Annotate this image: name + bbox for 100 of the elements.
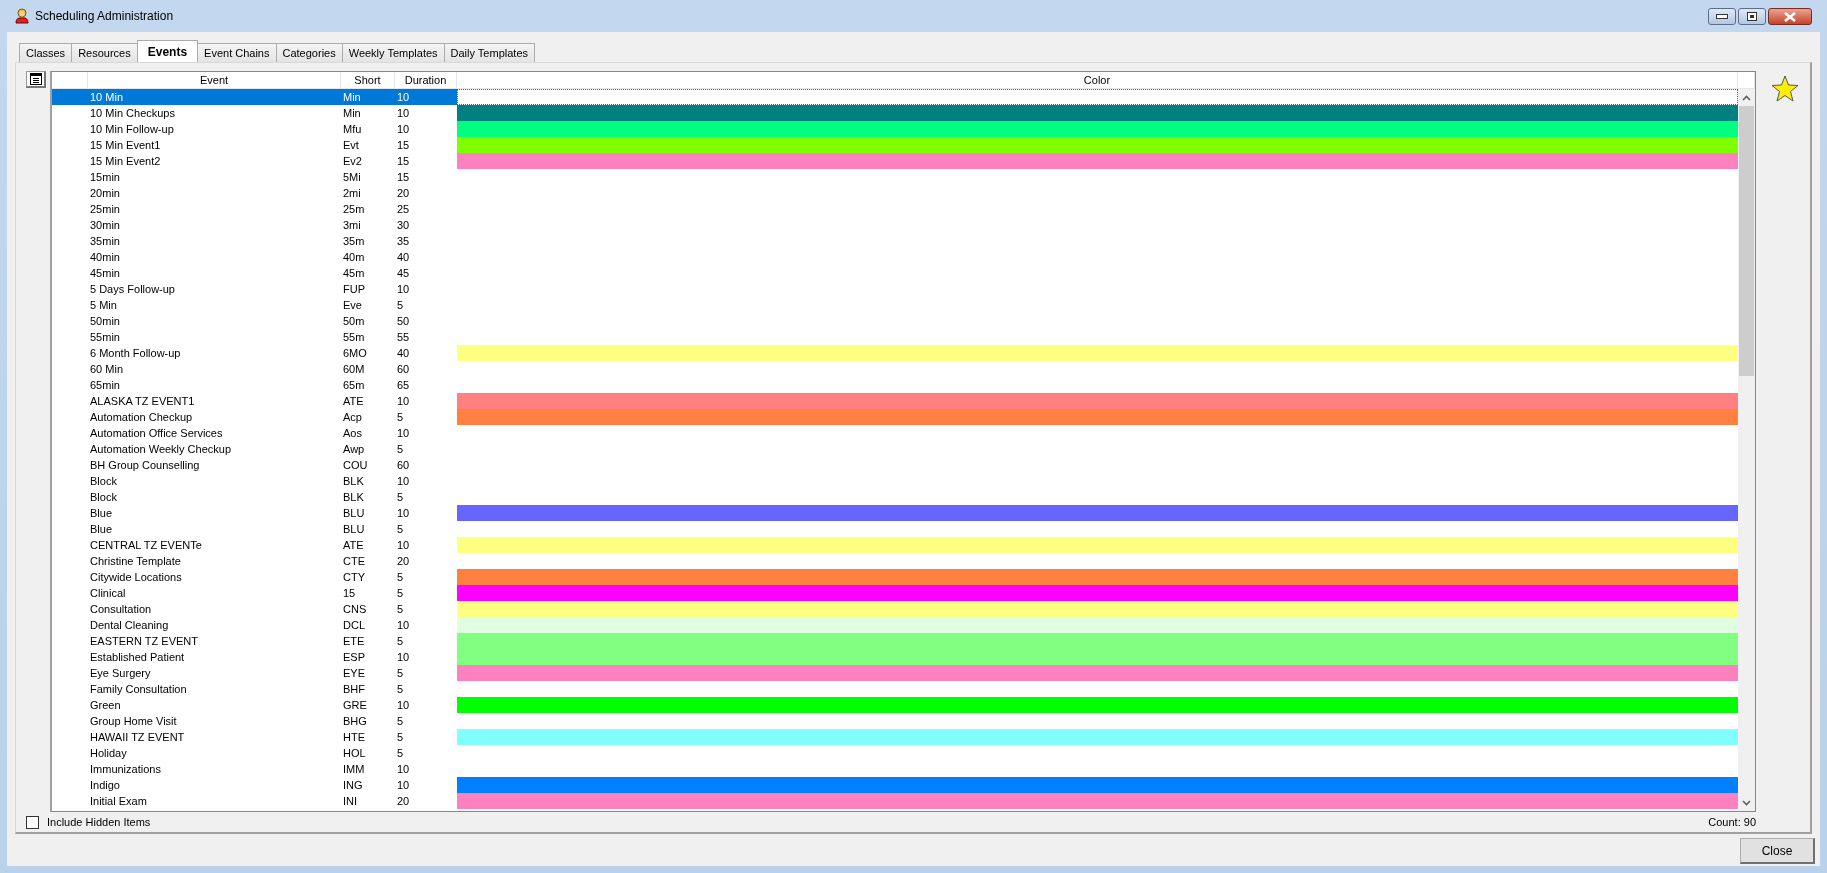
table-cell-text: 5 [396,570,405,585]
table-row[interactable]: HAWAII TZ EVENT HTE 5 [52,729,1738,745]
column-header[interactable]: Color [457,72,1738,88]
table-row[interactable]: Immunizations IMM 10 [52,761,1738,777]
table-cell-text: 5 [396,714,405,729]
table-row[interactable]: 15 Min Event1 Evt 15 [52,137,1738,153]
table-cell-text: Automation Weekly Checkup [89,442,233,457]
table-cell-text: HAWAII TZ EVENT [89,730,186,745]
table-cell-text: 15 Min Event1 [89,138,162,153]
table-row[interactable]: Eye Surgery EYE 5 [52,665,1738,681]
table-cell-text: 55m [342,330,366,345]
table-cell-text: Awp [342,442,366,457]
table-cell-text: 20 [396,186,411,201]
table-cell-text: 15min [89,170,121,185]
table-row[interactable]: 50min 50m 50 [52,313,1738,329]
table-row[interactable]: Established Patient ESP 10 [52,649,1738,665]
table-cell-text: EYE [342,666,366,681]
table-row[interactable]: Group Home Visit BHG 5 [52,713,1738,729]
table-row[interactable]: Green GRE 10 [52,697,1738,713]
include-hidden-checkbox[interactable]: Include Hidden Items [26,815,151,829]
count-label: Count: 90 [1708,816,1756,828]
table-cell-text: 50 [396,314,411,329]
table-row[interactable]: 15 Min Event2 Ev2 15 [52,153,1738,169]
table-cell-text: Eye Surgery [89,666,152,681]
table-row[interactable]: Automation Weekly Checkup Awp 5 [52,441,1738,457]
table-cell: 10 Min [88,89,341,105]
table-row[interactable]: CENTRAL TZ EVENTe ATE 10 [52,537,1738,553]
table-row[interactable]: 5 Days Follow-up FUP 10 [52,281,1738,297]
table-row[interactable]: 10 Min Checkups Min 10 [52,105,1738,121]
table-cell-text: 15 [342,586,357,601]
table-row[interactable]: Automation Office Services Aos 10 [52,425,1738,441]
tab[interactable]: Events [136,40,199,62]
table-cell-text: 5 [396,746,405,761]
table-cell-text: Family Consultation [89,682,188,697]
table-cell-text: 40m [342,250,366,265]
table-row[interactable]: Automation Checkup Acp 5 [52,409,1738,425]
table-row[interactable]: Clinical 15 5 [52,585,1738,601]
table-cell-text: BLU [342,522,366,537]
table-cell-text: 15 [396,154,411,169]
table-row[interactable]: EASTERN TZ EVENT ETE 5 [52,633,1738,649]
table-row[interactable]: Christine Template CTE 20 [52,553,1738,569]
table-cell-text: 35m [342,234,366,249]
close-button[interactable]: Close [1740,838,1815,864]
table-row[interactable]: 25min 25m 25 [52,201,1738,217]
column-header[interactable]: Duration [395,72,457,88]
table-cell-text: 5 Min [89,298,118,313]
column-header[interactable]: Short [341,72,395,88]
table-row[interactable]: Citywide Locations CTY 5 [52,569,1738,585]
table-row[interactable]: 30min 3mi 30 [52,217,1738,233]
table-cell-text: 25 [396,202,411,217]
table-row[interactable]: Block BLK 10 [52,473,1738,489]
table-row[interactable]: 20min 2mi 20 [52,185,1738,201]
table-cell-text: CTY [342,570,366,585]
table-cell-text: Group Home Visit [89,714,178,729]
table-row[interactable]: 6 Month Follow-up 6MO 40 [52,345,1738,361]
table-cell-text: 10 [396,506,411,521]
table-row[interactable]: Family Consultation BHF 5 [52,681,1738,697]
table-row[interactable]: Dental Cleaning DCL 10 [52,617,1738,633]
table-row[interactable]: 40min 40m 40 [52,249,1738,265]
table-row[interactable]: 55min 55m 55 [52,329,1738,345]
table-cell-text: 6 Month Follow-up [89,346,182,361]
table-row[interactable]: ALASKA TZ EVENT1 ATE 10 [52,393,1738,409]
table-row[interactable]: Block BLK 5 [52,489,1738,505]
table-cell-text: CTE [342,554,366,569]
table-cell-text: 2mi [342,186,362,201]
tab[interactable]: Categories [275,43,343,62]
table-cell-text: Established Patient [89,650,186,665]
table-row[interactable]: 35min 35m 35 [52,233,1738,249]
table-cell-text: Aos [342,426,363,441]
table-row[interactable]: Indigo ING 10 [52,777,1738,793]
tab[interactable]: Resources [71,43,138,62]
table-row[interactable]: BH Group Counselling COU 60 [52,457,1738,473]
table-cell-text: 25m [342,202,366,217]
table-cell-text: 5 [396,298,405,313]
table-row[interactable]: 5 Min Eve 5 [52,297,1738,313]
table-cell-text: 5 [396,634,405,649]
table-cell-text: 35 [396,234,411,249]
table-row[interactable]: Initial Exam INI 20 [52,793,1738,809]
table-row[interactable]: 45min 45m 45 [52,265,1738,281]
table-cell-text: 6MO [342,346,368,361]
tab[interactable]: Classes [19,43,73,62]
table-row[interactable]: 10 Min Follow-up Mfu 10 [52,121,1738,137]
tab[interactable]: Event Chains [197,43,277,62]
table-row[interactable]: Blue BLU 10 [52,505,1738,521]
table-row[interactable]: 10 Min Min 10 [52,89,1738,105]
table-cell-text: 10 [396,426,411,441]
table-row[interactable]: Blue BLU 5 [52,521,1738,537]
table-row[interactable]: Holiday HOL 5 [52,745,1738,761]
table-row[interactable]: 65min 65m 65 [52,377,1738,393]
table-row[interactable]: Consultation CNS 5 [52,601,1738,617]
table-cell: 10 [395,89,457,105]
table-cell-text: 5 [396,586,405,601]
tab[interactable]: Weekly Templates [341,43,445,62]
table-cell-text: 5 [396,522,405,537]
column-header[interactable]: Event [88,72,341,88]
table-row[interactable]: 60 Min 60M 60 [52,361,1738,377]
tab[interactable]: Daily Templates [443,43,535,62]
table-cell-text: 60 [396,458,411,473]
table-row[interactable]: 15min 5Mi 15 [52,169,1738,185]
table-cell-text: ETE [342,634,366,649]
